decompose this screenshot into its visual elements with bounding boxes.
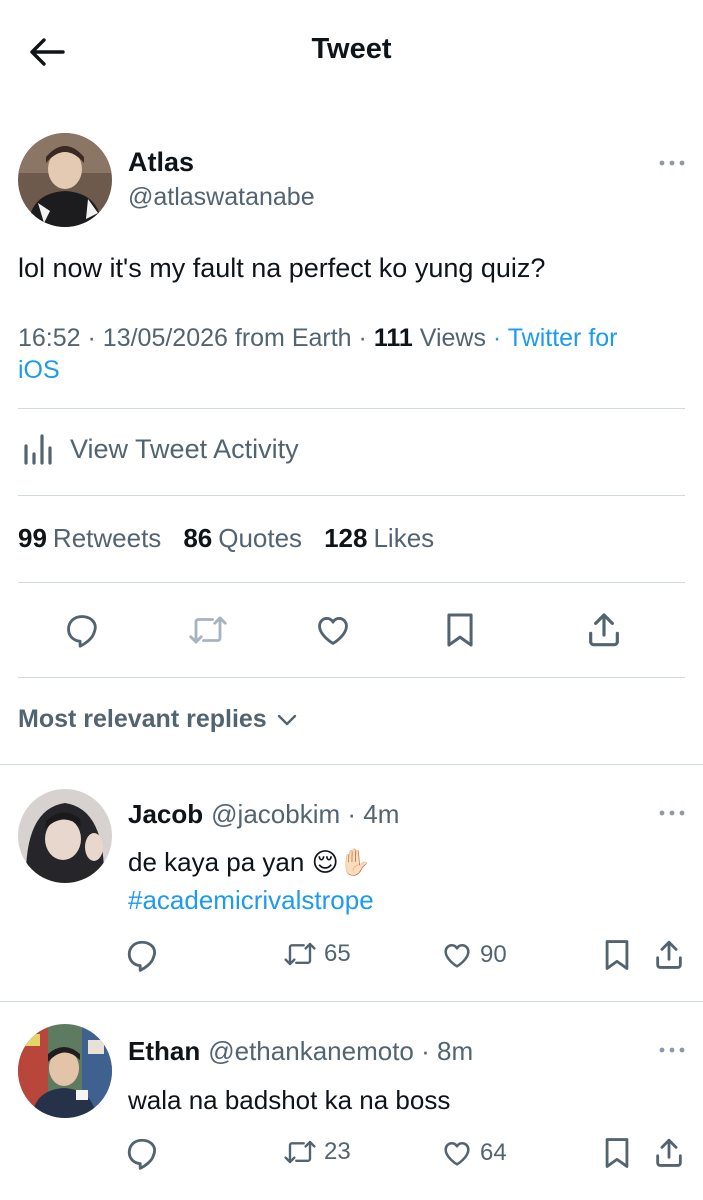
tweet-time: 16:52 [18, 324, 81, 352]
activity-label: View Tweet Activity [70, 433, 299, 464]
heart-icon [318, 617, 348, 645]
reply-share-button[interactable] [652, 937, 686, 973]
replies-sort-label: Most relevant replies [18, 705, 267, 733]
reply-retweet-count: 65 [324, 940, 351, 967]
views-label: Views [419, 324, 486, 352]
reply-bookmark-button[interactable] [602, 938, 632, 972]
page-title: Tweet [311, 33, 392, 65]
reply-time: · 8m [421, 1036, 474, 1066]
tweet-location: from Earth [234, 324, 352, 352]
more-icon[interactable] [652, 1040, 692, 1060]
reply-retweet-button[interactable]: 23 [282, 1137, 351, 1167]
view-tweet-activity[interactable]: View Tweet Activity [22, 432, 299, 466]
tweet-text: lol now it's my fault na perfect ko yung… [18, 253, 546, 283]
reply-like-button[interactable]: 64 [440, 1137, 507, 1169]
reply-author-handle[interactable]: @jacobkim [211, 799, 340, 829]
bar-chart-icon [24, 434, 52, 465]
reply-icon [67, 615, 97, 648]
reply-header: Jacob @jacobkim · 4m [128, 799, 399, 830]
divider [18, 495, 685, 496]
retweet-icon [284, 942, 316, 966]
reply-author-name[interactable]: Jacob [128, 799, 203, 829]
reply-reply-button[interactable] [124, 937, 160, 973]
reply-text: wala na badshot ka na boss [128, 1085, 451, 1115]
share-button[interactable] [580, 606, 628, 654]
retweet-icon [284, 1140, 316, 1164]
share-icon [656, 940, 682, 969]
reply-like-count: 90 [480, 941, 507, 968]
reply-icon [127, 1138, 157, 1170]
quotes-stat[interactable]: 86 Quotes [183, 523, 302, 554]
reply-text: de kaya pa yan 😌✋🏻 #academicrivalstrope [128, 843, 374, 919]
like-button[interactable] [309, 606, 357, 654]
retweet-button[interactable] [184, 606, 232, 654]
divider [18, 582, 685, 583]
views-count: 111 [373, 324, 413, 352]
tweet-stats: 99 Retweets 86 Quotes 128 Likes [18, 523, 434, 554]
tweet-date: 13/05/2026 [102, 324, 228, 352]
reply-time: · 4m [347, 799, 400, 829]
heart-icon [444, 944, 470, 968]
more-icon[interactable] [652, 803, 692, 823]
reply-retweet-count: 23 [324, 1138, 351, 1165]
reply-button[interactable] [58, 606, 106, 654]
retweet-icon [189, 616, 227, 644]
separator: · [358, 324, 367, 352]
reply-avatar[interactable] [18, 789, 112, 883]
bookmark-icon [605, 940, 629, 970]
separator: · [87, 324, 96, 352]
divider [18, 408, 685, 409]
bookmark-button[interactable] [436, 606, 484, 654]
reply-reply-button[interactable] [124, 1135, 160, 1171]
reply-like-button[interactable]: 90 [440, 939, 507, 971]
author-handle[interactable]: @atlaswatanabe [128, 183, 315, 212]
more-icon[interactable] [652, 153, 692, 173]
author-name[interactable]: Atlas [128, 147, 194, 178]
separator: · [492, 324, 502, 352]
tweet-meta: 16:52 · 13/05/2026 from Earth · 111 View… [18, 322, 688, 386]
share-icon [589, 613, 619, 647]
retweets-stat[interactable]: 99 Retweets [18, 523, 161, 554]
reply-author-name[interactable]: Ethan [128, 1036, 200, 1066]
reply-avatar[interactable] [18, 1024, 112, 1118]
divider [18, 677, 685, 678]
bookmark-icon [605, 1138, 629, 1168]
reply-share-button[interactable] [652, 1135, 686, 1171]
share-icon [656, 1138, 682, 1167]
chevron-down-icon [277, 714, 296, 725]
reply-item[interactable]: Ethan @ethankanemoto · 8m wala na badshot… [0, 1002, 703, 1200]
reply-item[interactable]: Jacob @jacobkim · 4m de kaya pa yan 😌✋🏻 #… [0, 765, 703, 1001]
reply-retweet-button[interactable]: 65 [282, 939, 351, 969]
reply-icon [127, 940, 157, 972]
reply-header: Ethan @ethankanemoto · 8m [128, 1036, 473, 1067]
hashtag-link[interactable]: #academicrivalstrope [128, 881, 374, 919]
replies-sort-dropdown[interactable]: Most relevant replies [18, 705, 299, 734]
reply-author-handle[interactable]: @ethankanemoto [208, 1036, 414, 1066]
author-avatar[interactable] [18, 133, 112, 227]
likes-stat[interactable]: 128 Likes [324, 523, 434, 554]
reply-like-count: 64 [480, 1139, 507, 1166]
heart-icon [444, 1142, 470, 1166]
reply-bookmark-button[interactable] [602, 1136, 632, 1170]
bookmark-icon [447, 613, 473, 647]
